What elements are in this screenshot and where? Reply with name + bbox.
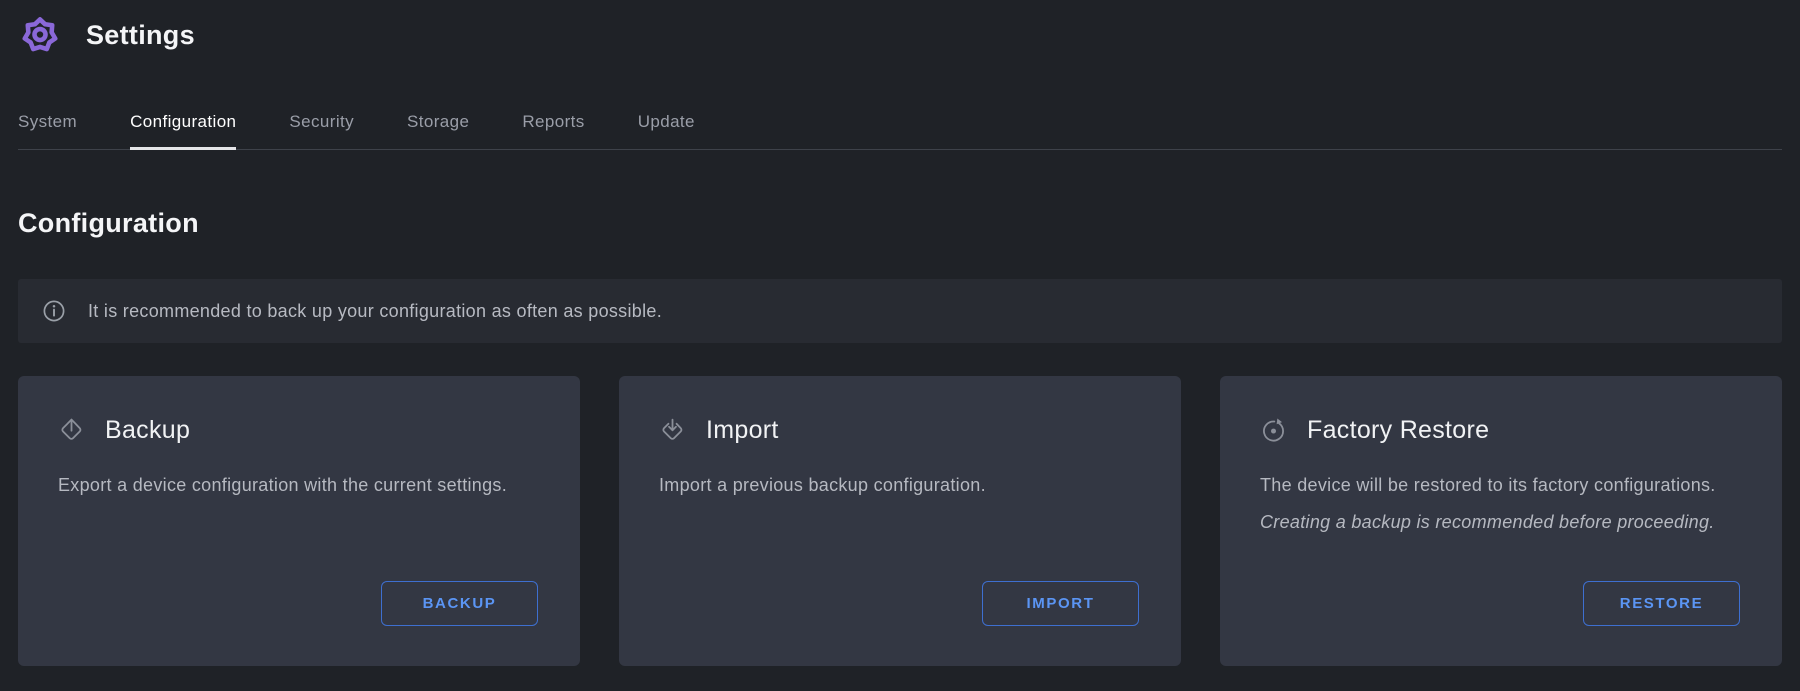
backup-card-title: Backup xyxy=(105,416,190,445)
backup-button[interactable]: BACKUP xyxy=(381,581,538,626)
factory-restore-card-description: The device will be restored to its facto… xyxy=(1260,475,1742,496)
backup-card-description: Export a device configuration with the c… xyxy=(58,475,540,496)
tab-security[interactable]: Security xyxy=(289,112,354,149)
info-banner: It is recommended to back up your config… xyxy=(18,279,1782,343)
page-header: Settings xyxy=(18,0,1782,58)
info-icon xyxy=(42,299,66,323)
settings-tab-bar: System Configuration Security Storage Re… xyxy=(18,112,1782,150)
export-arrow-up-icon xyxy=(58,417,85,444)
settings-page: Settings System Configuration Security S… xyxy=(0,0,1800,691)
info-banner-text: It is recommended to back up your config… xyxy=(88,301,662,322)
tab-system[interactable]: System xyxy=(18,112,77,149)
factory-restore-card: Factory Restore The device will be resto… xyxy=(1220,376,1782,666)
tab-storage[interactable]: Storage xyxy=(407,112,469,149)
section-title: Configuration xyxy=(18,208,1782,239)
backup-card-header: Backup xyxy=(58,416,540,445)
backup-card: Backup Export a device configuration wit… xyxy=(18,376,580,666)
import-card-description: Import a previous backup configuration. xyxy=(659,475,1141,496)
tab-reports[interactable]: Reports xyxy=(522,112,584,149)
settings-gear-icon xyxy=(18,13,62,57)
card-row: Backup Export a device configuration wit… xyxy=(18,376,1782,666)
import-card: Import Import a previous backup configur… xyxy=(619,376,1181,666)
import-button[interactable]: IMPORT xyxy=(982,581,1139,626)
page-title: Settings xyxy=(86,20,195,51)
tab-update[interactable]: Update xyxy=(638,112,695,149)
restore-button[interactable]: RESTORE xyxy=(1583,581,1740,626)
factory-restore-card-header: Factory Restore xyxy=(1260,416,1742,445)
tab-configuration[interactable]: Configuration xyxy=(130,112,236,149)
factory-restore-card-title: Factory Restore xyxy=(1307,416,1489,445)
import-card-title: Import xyxy=(706,416,779,445)
factory-restore-card-note: Creating a backup is recommended before … xyxy=(1260,512,1742,533)
import-card-header: Import xyxy=(659,416,1141,445)
factory-restore-icon xyxy=(1260,417,1287,444)
import-arrow-down-icon xyxy=(659,417,686,444)
